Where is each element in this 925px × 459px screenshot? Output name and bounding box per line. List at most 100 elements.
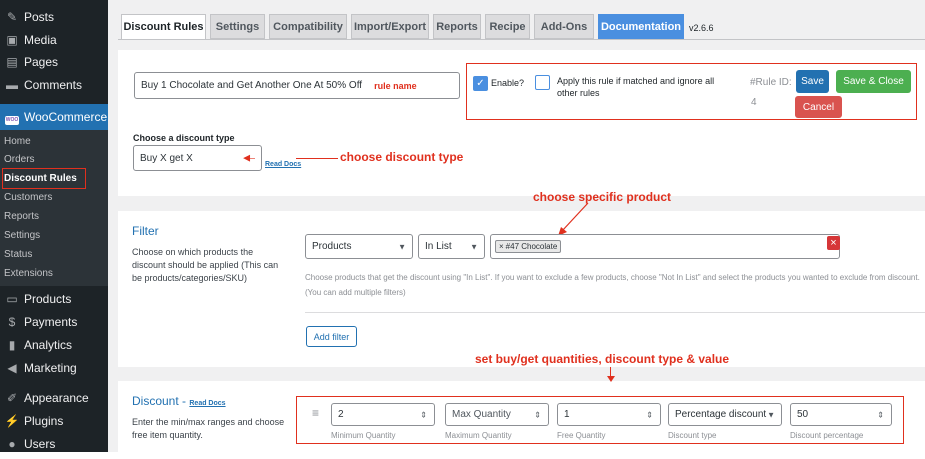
rule-name-annotation: rule name bbox=[374, 80, 417, 91]
filter-card: Filter Choose on which products the disc… bbox=[118, 190, 925, 367]
discount-method-value: Percentage discount bbox=[675, 409, 767, 420]
enable-checkbox[interactable]: ✓ bbox=[473, 76, 488, 91]
submenu-item-status[interactable]: Status bbox=[4, 247, 32, 263]
product-chip: × #47 Chocolate bbox=[495, 240, 562, 253]
sidebar-item-payments[interactable]: $ Payments bbox=[0, 311, 108, 333]
save-button[interactable]: Save bbox=[796, 70, 829, 93]
min-quantity-input[interactable]: 2 ⇕ bbox=[331, 403, 435, 426]
tab-documentation[interactable]: Documentation bbox=[598, 14, 684, 39]
discount-type-value: Buy X get X bbox=[140, 152, 193, 164]
tab-recipe[interactable]: Recipe bbox=[485, 14, 530, 39]
tab-add-ons[interactable]: Add-Ons bbox=[534, 14, 594, 39]
sidebar-item-products[interactable]: ▭ Products bbox=[0, 288, 108, 310]
discount-type-label: Choose a discount type bbox=[133, 133, 235, 143]
discount-arrow-head bbox=[607, 376, 615, 382]
submenu-item-reports[interactable]: Reports bbox=[4, 209, 39, 225]
filter-type-value: Products bbox=[312, 241, 352, 252]
products-icon: ▭ bbox=[6, 292, 18, 306]
submenu-item-home[interactable]: Home bbox=[4, 134, 31, 150]
discount-card: Discount - Read Docs Enter the min/max r… bbox=[118, 367, 925, 452]
rule-name-input[interactable]: Buy 1 Chocolate and Get Another One At 5… bbox=[134, 72, 460, 99]
submenu-item-orders[interactable]: Orders bbox=[4, 152, 35, 168]
submenu-item-customers[interactable]: Customers bbox=[4, 190, 52, 206]
min-quantity-value: 2 bbox=[338, 409, 344, 420]
sidebar-item-comments[interactable]: ▬ Comments bbox=[0, 74, 108, 96]
sidebar-item-posts[interactable]: ✎ Posts bbox=[0, 6, 108, 28]
max-quantity-caption: Maximum Quantity bbox=[445, 431, 512, 440]
chevron-down-icon: ▼ bbox=[398, 242, 406, 251]
submenu-item-settings[interactable]: Settings bbox=[4, 228, 40, 244]
sidebar-item-woocommerce[interactable]: WOO WooCommerce bbox=[0, 104, 108, 130]
stepper-icon: ⇕ bbox=[646, 410, 653, 419]
discount-title-separator: - bbox=[182, 394, 187, 408]
filter-type-select[interactable]: Products ▼ bbox=[305, 234, 413, 259]
tab-compatibility[interactable]: Compatibility bbox=[269, 14, 347, 39]
stepper-icon: ⇕ bbox=[420, 410, 427, 419]
discount-percentage-input[interactable]: 50 ⇕ bbox=[790, 403, 892, 426]
sidebar-item-marketing[interactable]: ◀ Marketing bbox=[0, 357, 108, 379]
admin-sidebar: ✎ Posts ▣ Media ▤ Pages ▬ Comments WOO WooCom… bbox=[0, 0, 108, 452]
discount-type-read-docs-link[interactable]: Read Docs bbox=[265, 161, 301, 168]
discount-percentage-value: 50 bbox=[797, 409, 809, 420]
remove-filter-button[interactable]: × bbox=[827, 236, 840, 250]
rule-id-value: 4 bbox=[751, 97, 757, 108]
discount-type-annotation: choose discount type bbox=[340, 150, 464, 164]
apply-rule-checkbox[interactable] bbox=[535, 75, 550, 90]
tab-discount-rules[interactable]: Discount Rules bbox=[121, 14, 206, 40]
tab-import-export[interactable]: Import/Export bbox=[351, 14, 429, 39]
main-content: Discount Rules Settings Compatibility Im… bbox=[108, 0, 925, 452]
tab-reports[interactable]: Reports bbox=[433, 14, 481, 39]
discount-read-docs-link[interactable]: Read Docs bbox=[189, 400, 225, 407]
tab-divider bbox=[118, 39, 925, 40]
chevron-down-icon: ◀– bbox=[243, 152, 255, 163]
discount-description: Enter the min/max ranges and choose free… bbox=[132, 417, 285, 440]
submenu-item-extensions[interactable]: Extensions bbox=[4, 266, 53, 282]
drag-handle-icon[interactable]: ≡ bbox=[312, 406, 319, 420]
chip-remove-icon[interactable]: × bbox=[499, 242, 504, 251]
product-annotation: choose specific product bbox=[533, 190, 672, 204]
payments-icon: $ bbox=[8, 315, 16, 329]
marketing-icon: ◀ bbox=[7, 361, 17, 375]
rule-id-label: #Rule ID: bbox=[750, 77, 792, 88]
rule-name-value: Buy 1 Chocolate and Get Another One At 5… bbox=[141, 80, 363, 91]
plugins-icon: ⚡ bbox=[4, 414, 20, 428]
appearance-icon: ✐ bbox=[6, 391, 18, 405]
save-close-button[interactable]: Save & Close bbox=[836, 70, 911, 93]
woocommerce-icon: WOO bbox=[5, 115, 19, 125]
enable-label: Enable? bbox=[491, 78, 525, 88]
free-quantity-caption: Free Quantity bbox=[557, 431, 606, 440]
analytics-icon: ▮ bbox=[8, 338, 16, 352]
discount-title-row: Discount - Read Docs bbox=[132, 394, 226, 408]
chevron-down-icon: ▼ bbox=[470, 242, 478, 251]
sidebar-item-appearance[interactable]: ✐ Appearance bbox=[0, 387, 108, 409]
discount-method-caption: Discount type bbox=[668, 431, 717, 440]
chevron-down-icon: ▼ bbox=[767, 410, 775, 419]
version-label: v2.6.6 bbox=[689, 23, 714, 33]
max-quantity-input[interactable]: Max Quantity ⇕ bbox=[445, 403, 549, 426]
filter-help-text: Choose products that get the discount us… bbox=[305, 273, 920, 297]
close-icon: × bbox=[830, 237, 837, 249]
sidebar-item-pages[interactable]: ▤ Pages bbox=[0, 51, 108, 73]
cancel-button[interactable]: Cancel bbox=[795, 96, 842, 118]
add-filter-button[interactable]: Add filter bbox=[306, 326, 357, 347]
users-icon: ● bbox=[8, 437, 16, 451]
discount-type-select[interactable]: Buy X get X ◀– bbox=[133, 145, 262, 171]
sidebar-item-media[interactable]: ▣ Media bbox=[0, 29, 108, 51]
bottom-border bbox=[0, 452, 925, 459]
sidebar-item-plugins[interactable]: ⚡ Plugins bbox=[0, 410, 108, 432]
min-quantity-caption: Minimum Quantity bbox=[331, 431, 396, 440]
product-select[interactable]: × #47 Chocolate bbox=[490, 234, 840, 259]
discount-type-arrow-line bbox=[296, 158, 338, 159]
free-quantity-input[interactable]: 1 ⇕ bbox=[557, 403, 661, 426]
sidebar-item-analytics[interactable]: ▮ Analytics bbox=[0, 334, 108, 356]
filter-description: Choose on which products the discount sh… bbox=[132, 247, 279, 283]
pages-icon: ▤ bbox=[6, 55, 18, 69]
product-chip-label: #47 Chocolate bbox=[505, 242, 558, 251]
checkmark-icon: ✓ bbox=[476, 78, 485, 89]
free-quantity-value: 1 bbox=[564, 409, 570, 420]
filter-operator-select[interactable]: In List ▼ bbox=[418, 234, 485, 259]
filter-divider bbox=[305, 312, 925, 313]
discount-type-value-select[interactable]: Percentage discount ▼ bbox=[668, 403, 782, 426]
tab-settings[interactable]: Settings bbox=[210, 14, 265, 39]
filter-operator-value: In List bbox=[425, 241, 452, 252]
